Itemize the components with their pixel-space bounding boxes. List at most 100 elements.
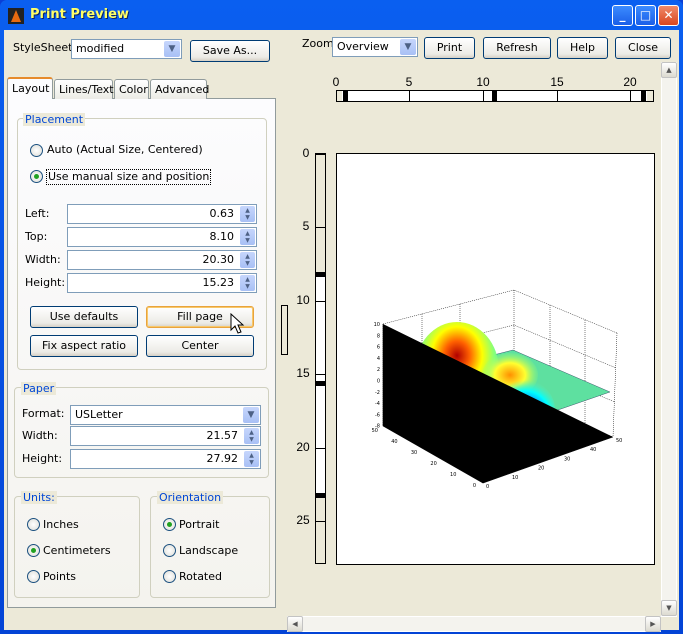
portrait-label[interactable]: Portrait bbox=[179, 518, 219, 532]
tab-layout[interactable]: Layout bbox=[7, 77, 53, 99]
help-button[interactable]: Help bbox=[557, 37, 608, 59]
ruler-tick-label: 25 bbox=[296, 513, 310, 527]
left-margin-handle[interactable] bbox=[343, 91, 348, 101]
horizontal-scrollbar[interactable] bbox=[287, 616, 661, 632]
height-input[interactable]: 15.23 ▲ ▼ bbox=[67, 273, 257, 293]
format-label: Format: bbox=[22, 407, 65, 420]
ruler-tick-label: 15 bbox=[550, 75, 564, 89]
top-margin-handle[interactable] bbox=[316, 272, 325, 277]
close-window-button[interactable]: ✕ bbox=[658, 5, 679, 26]
center-button[interactable]: Center bbox=[146, 335, 254, 357]
tick-label: -2 bbox=[375, 390, 380, 396]
tick-label: 30 bbox=[564, 456, 570, 462]
scroll-down-icon[interactable]: ▼ bbox=[661, 600, 677, 616]
spinner-icon[interactable]: ▲ ▼ bbox=[240, 275, 255, 291]
minimize-button[interactable]: _ bbox=[612, 5, 633, 26]
landscape-label[interactable]: Landscape bbox=[179, 544, 238, 558]
chevron-down-icon: ▼ bbox=[400, 39, 416, 55]
right-margin-handle[interactable] bbox=[641, 91, 646, 101]
ruler-tick-label: 20 bbox=[296, 440, 310, 454]
manual-radio[interactable] bbox=[30, 170, 43, 183]
auto-radio[interactable] bbox=[30, 144, 43, 157]
refresh-button[interactable]: Refresh bbox=[483, 37, 551, 59]
splitter-handle[interactable] bbox=[281, 305, 288, 355]
chevron-down-icon: ▼ bbox=[164, 41, 180, 57]
paper-title: Paper bbox=[21, 382, 57, 395]
inches-radio[interactable] bbox=[27, 518, 40, 531]
horizontal-ruler[interactable] bbox=[336, 90, 654, 102]
bottom-margin-handle[interactable] bbox=[316, 493, 325, 498]
paper-height-value: 27.92 bbox=[206, 452, 239, 465]
top-input[interactable]: 8.10 ▲ ▼ bbox=[67, 227, 257, 247]
title-bar[interactable]: Print Preview _ □ ✕ bbox=[0, 0, 683, 30]
rotated-radio[interactable] bbox=[163, 570, 176, 583]
stylesheet-select[interactable]: modified ▼ bbox=[71, 39, 182, 59]
centimeters-radio[interactable] bbox=[27, 544, 40, 557]
tick-label: 10 bbox=[374, 322, 380, 328]
landscape-radio[interactable] bbox=[163, 544, 176, 557]
mouse-cursor-icon bbox=[230, 313, 245, 334]
fix-aspect-ratio-button[interactable]: Fix aspect ratio bbox=[30, 335, 138, 357]
vertical-scrollbar[interactable] bbox=[661, 62, 677, 617]
paper-height-label: Height: bbox=[22, 452, 63, 465]
left-value: 0.63 bbox=[209, 207, 235, 220]
manual-label[interactable]: Use manual size and position bbox=[46, 169, 212, 185]
tick-label: 40 bbox=[391, 439, 397, 445]
inches-label[interactable]: Inches bbox=[43, 518, 79, 532]
tick-label: 50 bbox=[372, 428, 378, 434]
spinner-icon[interactable]: ▲ ▼ bbox=[240, 252, 255, 268]
print-button[interactable]: Print bbox=[424, 37, 475, 59]
auto-label[interactable]: Auto (Actual Size, Centered) bbox=[47, 143, 203, 157]
scroll-right-icon[interactable]: ▶ bbox=[645, 616, 661, 632]
ruler-tick-label: 5 bbox=[302, 219, 310, 233]
close-button[interactable]: Close bbox=[615, 37, 671, 59]
tick-label: 40 bbox=[590, 447, 596, 453]
maximize-button[interactable]: □ bbox=[635, 5, 656, 26]
stylesheet-value: modified bbox=[76, 42, 125, 55]
tab-lines-text[interactable]: Lines/Text bbox=[54, 79, 114, 99]
tick-label: 0 bbox=[486, 484, 489, 490]
tick-label: 20 bbox=[538, 466, 544, 472]
zoom-select[interactable]: Overview ▼ bbox=[332, 37, 418, 57]
paper-width-input[interactable]: 21.57 ▲ ▼ bbox=[70, 426, 261, 446]
points-radio[interactable] bbox=[27, 570, 40, 583]
top-label: Top: bbox=[25, 230, 48, 243]
scroll-left-icon[interactable]: ◀ bbox=[287, 616, 303, 632]
tick-label: 0 bbox=[473, 483, 476, 489]
units-title: Units: bbox=[21, 491, 57, 504]
spinner-icon[interactable]: ▲ ▼ bbox=[244, 451, 259, 467]
rotated-label[interactable]: Rotated bbox=[179, 570, 222, 584]
top-value: 8.10 bbox=[209, 230, 235, 243]
tick-label: 8 bbox=[377, 333, 380, 339]
save-as-button[interactable]: Save As... bbox=[190, 40, 270, 62]
tick-label: -4 bbox=[375, 401, 380, 407]
tick-label: 2 bbox=[377, 367, 380, 373]
axes bbox=[382, 324, 614, 484]
window-title: Print Preview bbox=[30, 7, 129, 22]
placement-title: Placement bbox=[23, 113, 86, 126]
format-value: USLetter bbox=[75, 408, 123, 421]
width-input[interactable]: 20.30 ▲ ▼ bbox=[67, 250, 257, 270]
paper-height-input[interactable]: 27.92 ▲ ▼ bbox=[70, 449, 261, 469]
left-input[interactable]: 0.63 ▲ ▼ bbox=[67, 204, 257, 224]
ruler-tick-label: 20 bbox=[623, 75, 637, 89]
centimeters-label[interactable]: Centimeters bbox=[43, 544, 111, 558]
tick-label: 10 bbox=[450, 472, 456, 478]
center-handle[interactable] bbox=[492, 91, 497, 101]
tab-color[interactable]: Color bbox=[114, 79, 149, 99]
center-handle[interactable] bbox=[316, 381, 325, 386]
tick-label: 30 bbox=[411, 450, 417, 456]
points-label[interactable]: Points bbox=[43, 570, 76, 584]
vertical-ruler[interactable] bbox=[315, 153, 326, 564]
portrait-radio[interactable] bbox=[163, 518, 176, 531]
tick-label: 6 bbox=[377, 345, 380, 351]
tab-advanced[interactable]: Advanced bbox=[150, 79, 209, 99]
use-defaults-button[interactable]: Use defaults bbox=[30, 306, 138, 328]
spinner-icon[interactable]: ▲ ▼ bbox=[244, 428, 259, 444]
spinner-icon[interactable]: ▲ ▼ bbox=[240, 229, 255, 245]
left-label: Left: bbox=[25, 207, 50, 220]
scroll-up-icon[interactable]: ▲ bbox=[661, 62, 677, 78]
tick-label: 50 bbox=[616, 438, 622, 444]
format-select[interactable]: USLetter ▼ bbox=[70, 405, 261, 425]
spinner-icon[interactable]: ▲ ▼ bbox=[240, 206, 255, 222]
